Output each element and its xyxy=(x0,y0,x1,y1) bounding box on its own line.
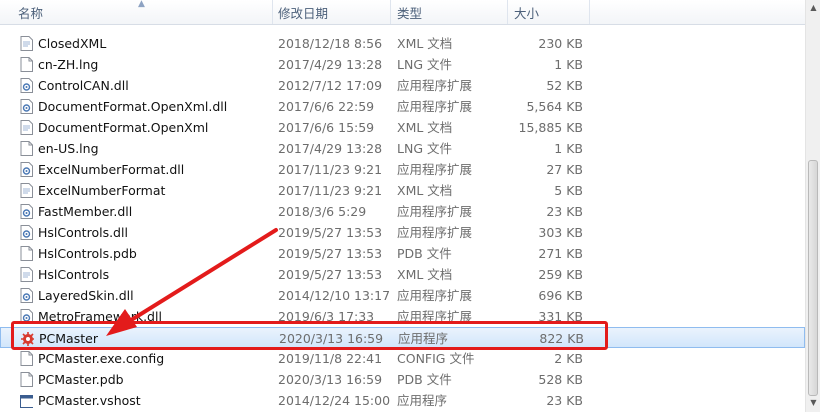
scrollbar-thumb[interactable] xyxy=(808,160,818,396)
scroll-up-icon[interactable]: ▲ xyxy=(807,0,820,16)
vertical-scrollbar[interactable]: ▲ ▼ xyxy=(805,0,820,412)
annotation-arrow xyxy=(106,228,278,336)
scroll-down-icon[interactable]: ▼ xyxy=(807,395,820,411)
